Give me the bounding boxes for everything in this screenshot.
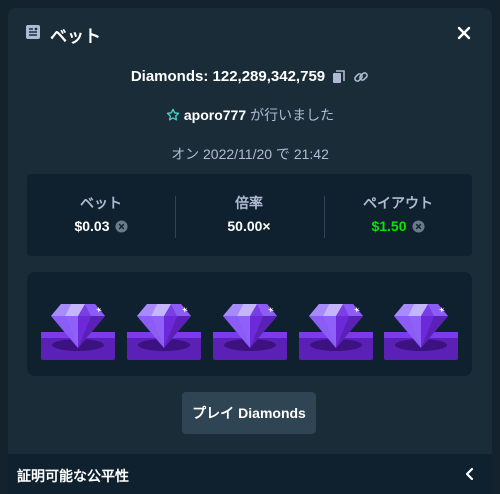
player-suffix: が行いました [250, 107, 335, 123]
game-id-label: Diamonds: 122,289,342,759 [130, 68, 326, 85]
coin-icon [114, 219, 128, 233]
stat-label: 倍率 [235, 195, 263, 211]
game-id-line: Diamonds: 122,289,342,759 [8, 68, 492, 85]
diamond-slot [384, 290, 458, 364]
provably-fair-bar[interactable]: 証明可能な公平性 [8, 454, 492, 494]
player-line: aporo777 が行いました [8, 105, 492, 125]
gems-panel [27, 272, 472, 376]
modal-header: ベット [8, 8, 492, 56]
diamond-gem-icon [127, 304, 201, 360]
bet-slip-icon [26, 25, 40, 39]
stat-value: 50.00× [227, 218, 271, 234]
modal-title: ベット [50, 27, 101, 46]
stat-value: $1.50 [371, 218, 407, 234]
bet-stats-panel: ベット $0.03 倍率 50.00× ペイアウト $1.50 [27, 174, 472, 256]
stat-bet: ベット $0.03 [27, 174, 175, 256]
bet-modal: ベット Diamonds: 122,289,342,759 aporo777 が… [8, 8, 492, 494]
chevron-left-icon[interactable] [463, 466, 477, 482]
diamond-gem-icon [213, 304, 287, 360]
star-badge-icon [166, 108, 180, 121]
coin-icon [411, 219, 425, 233]
diamond-slot [41, 290, 115, 364]
diamond-gem-icon [299, 304, 373, 360]
diamond-gem-icon [41, 304, 115, 360]
player-name[interactable]: aporo777 [184, 107, 246, 123]
diamond-slot [127, 290, 201, 364]
close-icon[interactable] [454, 23, 474, 43]
stat-multiplier: 倍率 50.00× [175, 174, 323, 256]
provably-fair-label: 証明可能な公平性 [17, 468, 129, 484]
diamond-gem-icon [384, 304, 458, 360]
link-icon[interactable] [353, 69, 369, 85]
diamond-slot [299, 290, 373, 364]
diamond-slot [213, 290, 287, 364]
play-diamonds-button[interactable]: プレイ Diamonds [182, 392, 316, 434]
stat-label: ペイアウト [363, 195, 433, 211]
stat-payout: ペイアウト $1.50 [324, 174, 472, 256]
stat-value: $0.03 [74, 218, 110, 234]
bet-date: オン 2022/11/20 で 21:42 [171, 146, 329, 162]
copy-icon[interactable] [331, 69, 347, 85]
stat-label: ベット [80, 195, 122, 211]
play-button-game: Diamonds [238, 405, 306, 421]
play-button-prefix: プレイ [192, 405, 235, 421]
